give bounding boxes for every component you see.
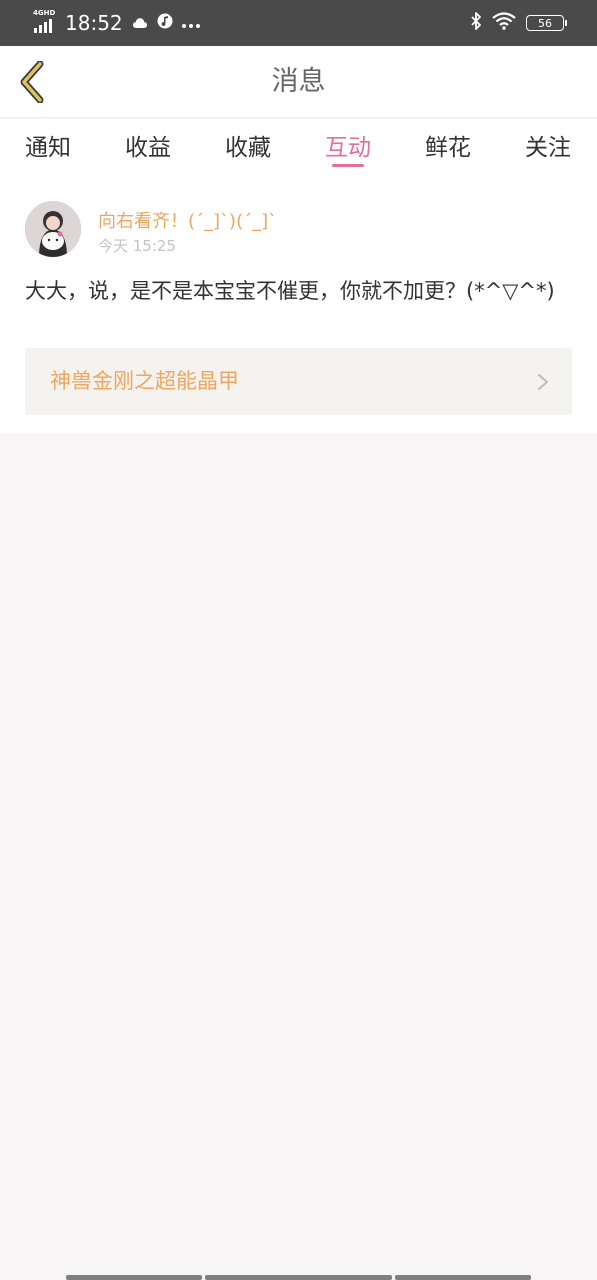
tab-notifications[interactable]: 通知 (24, 119, 72, 171)
network-type: 4GHD (33, 9, 56, 17)
tab-following[interactable]: 关注 (524, 119, 572, 171)
book-title: 神兽金刚之超能晶甲 (50, 369, 239, 393)
tab-flowers[interactable]: 鲜花 (424, 119, 472, 171)
message-timestamp: 今天 15:25 (98, 237, 176, 255)
cloud-icon (131, 14, 149, 33)
status-bar: 4GHD 18:52 56 (0, 0, 597, 46)
music-icon (157, 13, 173, 33)
tab-earnings[interactable]: 收益 (124, 119, 172, 171)
nav-bar-segment (66, 1275, 202, 1280)
signal-icon: 4GHD (33, 9, 59, 37)
message-content: 大大，说，是不是本宝宝不催更，你就不加更？(*^▽^*) (25, 279, 555, 303)
page-title: 消息 (271, 66, 326, 97)
message-card: 向右看齐！(´_]`)(´_]` 今天 15:25 大大，说，是不是本宝宝不催更… (0, 177, 597, 433)
chevron-right-icon (538, 374, 548, 390)
wifi-icon (492, 12, 516, 34)
book-link[interactable]: 神兽金刚之超能晶甲 (25, 348, 572, 415)
battery-indicator: 56 (526, 15, 567, 31)
bluetooth-icon (470, 12, 482, 34)
more-notifications-icon (181, 14, 201, 33)
tab-favorites[interactable]: 收藏 (224, 119, 272, 171)
nav-bar-segment (205, 1275, 392, 1280)
status-time: 18:52 (65, 11, 123, 35)
avatar[interactable] (25, 201, 81, 257)
tab-bar: 通知 收益 收藏 互动 鲜花 关注 (0, 119, 597, 177)
back-button[interactable] (12, 60, 52, 104)
nav-bar-segment (395, 1275, 531, 1280)
back-arrow-icon (20, 61, 44, 103)
app-header: 消息 (0, 46, 597, 118)
active-tab-indicator (332, 164, 364, 167)
username-link[interactable]: 向右看齐！(´_]`)(´_]` (98, 207, 277, 233)
